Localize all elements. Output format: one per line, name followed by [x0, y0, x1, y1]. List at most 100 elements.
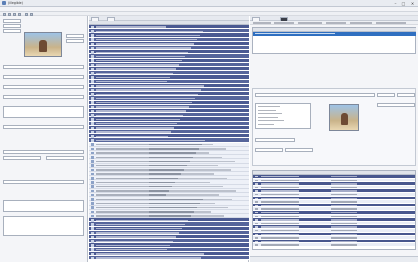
file-icon — [91, 84, 94, 88]
detail-field[interactable] — [377, 103, 415, 107]
row-text — [96, 80, 167, 83]
lookup-tool[interactable] — [298, 21, 322, 25]
lookup-tool[interactable] — [326, 21, 346, 25]
tag-field[interactable] — [3, 95, 84, 99]
row-text — [96, 97, 195, 100]
track-cell — [255, 179, 258, 181]
detail-field[interactable] — [255, 138, 295, 142]
track-cell — [255, 233, 258, 235]
track-cell — [331, 179, 357, 181]
track-cell — [331, 208, 357, 210]
detail-field[interactable] — [397, 93, 415, 97]
close-button[interactable]: ✕ — [409, 1, 416, 6]
track-cell — [261, 233, 299, 235]
track-cell — [255, 237, 258, 239]
track-cell — [255, 240, 258, 243]
minimize-button[interactable]: – — [392, 1, 399, 6]
track-cell — [261, 186, 299, 189]
track-cell — [255, 197, 258, 199]
file-icon — [91, 248, 94, 251]
lookup-panel — [250, 16, 418, 262]
tag-field[interactable] — [3, 75, 84, 79]
detail-list[interactable] — [255, 103, 311, 129]
row-text — [149, 211, 211, 213]
lookup-tool[interactable] — [253, 21, 271, 25]
track-cell — [331, 176, 357, 178]
track-cell — [331, 212, 357, 214]
track-cell — [331, 190, 357, 192]
row-text — [96, 253, 204, 255]
file-icon — [91, 151, 94, 155]
tag-field[interactable] — [3, 180, 84, 184]
track-cell — [331, 194, 357, 196]
detail-field[interactable] — [255, 148, 283, 152]
album-detail — [252, 88, 416, 166]
row-text — [96, 135, 168, 137]
file-icon — [91, 34, 94, 37]
file-icon — [91, 147, 94, 151]
tag-field[interactable] — [3, 19, 21, 23]
track-cell — [261, 204, 299, 207]
lookup-tool[interactable] — [376, 21, 406, 25]
tag-editor-panel — [0, 16, 88, 262]
lookup-toolbar — [250, 21, 418, 25]
track-cell — [255, 230, 258, 232]
lyrics-field[interactable] — [3, 200, 84, 212]
file-icon — [91, 113, 94, 117]
tag-field[interactable] — [66, 34, 84, 38]
notes-field[interactable] — [3, 216, 84, 236]
row-text — [96, 236, 176, 238]
file-icon — [91, 231, 94, 235]
file-icon — [91, 29, 94, 33]
tag-field[interactable] — [46, 156, 84, 160]
tag-field[interactable] — [3, 156, 41, 160]
row-text — [96, 227, 182, 230]
track-cell — [261, 201, 299, 203]
file-icon — [91, 97, 94, 100]
cover-figure — [39, 40, 47, 52]
track-cell — [331, 186, 357, 189]
tag-field[interactable] — [3, 125, 84, 129]
file-icon — [91, 197, 94, 201]
lookup-result-row[interactable] — [253, 32, 416, 36]
list-item — [258, 109, 276, 111]
file-list-panel — [89, 16, 249, 262]
file-icon — [91, 46, 94, 50]
tag-field[interactable] — [3, 65, 84, 69]
track-list — [252, 170, 416, 250]
track-cell — [255, 201, 258, 203]
row-text — [96, 43, 194, 45]
row-text — [96, 93, 198, 95]
file-icon — [91, 55, 94, 58]
detail-field[interactable] — [255, 93, 375, 97]
file-icon — [91, 59, 94, 62]
row-text — [96, 118, 180, 121]
table-row[interactable] — [89, 256, 249, 261]
file-icon — [91, 67, 94, 71]
file-icon — [91, 92, 94, 96]
lookup-tool[interactable] — [274, 21, 294, 25]
detail-field[interactable] — [285, 148, 313, 152]
comment-field[interactable] — [3, 106, 84, 118]
row-text — [96, 55, 185, 58]
tag-field[interactable] — [3, 150, 84, 154]
row-text — [96, 110, 186, 112]
file-icon — [91, 227, 94, 230]
tag-field[interactable] — [3, 85, 84, 89]
row-text — [96, 72, 173, 74]
file-icon — [91, 185, 94, 188]
track-row[interactable] — [253, 243, 415, 247]
tag-field[interactable] — [3, 24, 21, 28]
row-text — [96, 114, 183, 116]
file-icon — [91, 168, 94, 172]
maximize-button[interactable]: □ — [400, 1, 407, 6]
tag-field[interactable] — [3, 29, 21, 33]
tag-field[interactable] — [66, 39, 84, 43]
lookup-tool[interactable] — [350, 21, 372, 25]
detail-field[interactable] — [377, 93, 395, 97]
track-cell — [261, 240, 299, 243]
row-text — [149, 148, 226, 150]
row-text — [149, 194, 219, 196]
file-icon — [91, 189, 94, 193]
track-cell — [261, 244, 299, 246]
